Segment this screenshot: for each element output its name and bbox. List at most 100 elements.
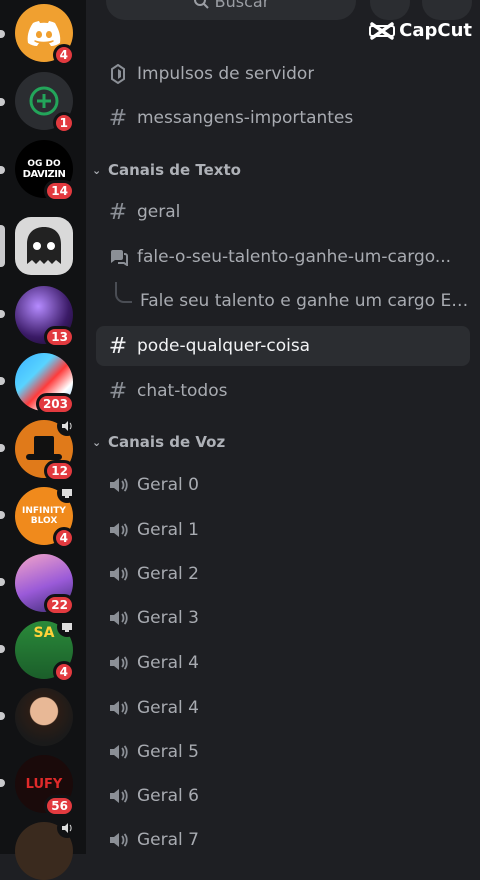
- screen-icon: [57, 617, 77, 637]
- channel-label: Geral 5: [137, 742, 199, 762]
- search-label: Buscar: [214, 0, 270, 11]
- category-text-channels[interactable]: ⌄ Canais de Texto: [92, 158, 241, 182]
- server-og-do-davizin[interactable]: OG DO DAVIZIN 14: [15, 140, 75, 202]
- hash-icon: #: [108, 105, 128, 131]
- channel-label: Geral 0: [137, 475, 199, 495]
- notification-badge: 22: [44, 594, 75, 616]
- notification-badge: 203: [35, 393, 75, 415]
- category-label: Canais de Texto: [108, 161, 241, 179]
- thread-label: Fale seu talento e ganhe um cargo EX...: [140, 291, 470, 311]
- hash-icon: #: [108, 378, 128, 404]
- voice-channel-geral-4[interactable]: Geral 4: [96, 643, 470, 683]
- unread-indicator: [0, 511, 5, 519]
- speaker-icon: [106, 476, 130, 494]
- voice-channel-geral-3[interactable]: Geral 3: [96, 598, 470, 638]
- channel-chat-todos[interactable]: # chat-todos: [96, 371, 470, 411]
- speaker-icon: [106, 743, 130, 761]
- hash-icon: #: [108, 199, 128, 225]
- notification-badge: 12: [44, 460, 75, 482]
- channel-label: pode-qualquer-coisa: [137, 336, 311, 356]
- chevron-down-icon: ⌄: [92, 163, 102, 177]
- unread-indicator: [0, 310, 5, 318]
- chevron-down-icon: ⌄: [92, 435, 102, 449]
- channel-label: chat-todos: [137, 381, 228, 401]
- unread-indicator: [0, 30, 5, 38]
- category-label: Canais de Voz: [108, 433, 226, 451]
- server-bottom[interactable]: [15, 818, 77, 880]
- server-person[interactable]: [15, 688, 73, 746]
- voice-channel-geral-4b[interactable]: Geral 4: [96, 688, 470, 728]
- channel-label: Geral 2: [137, 564, 199, 584]
- voice-channel-geral-6[interactable]: Geral 6: [96, 776, 470, 816]
- channel-geral[interactable]: # geral: [96, 192, 470, 232]
- channel-label: messangens-importantes: [137, 108, 354, 128]
- server-luffy[interactable]: LUFY 56: [15, 755, 75, 817]
- ghost-icon: [15, 217, 73, 275]
- capcut-logo-icon: [369, 21, 396, 40]
- server-purple-anime[interactable]: 13: [15, 286, 75, 348]
- channel-label: Geral 4: [137, 653, 199, 673]
- notification-badge: 1: [52, 112, 75, 134]
- server-colorful[interactable]: 203: [15, 353, 75, 415]
- server-discord[interactable]: 4: [15, 4, 75, 66]
- speaker-icon: [106, 521, 130, 539]
- hash-icon: #: [108, 333, 128, 359]
- category-voice-channels[interactable]: ⌄ Canais de Voz: [92, 430, 225, 454]
- channel-label: geral: [137, 202, 181, 222]
- server-anime-girl[interactable]: 22: [15, 554, 75, 616]
- add-server-button[interactable]: 1: [15, 72, 75, 134]
- channel-label: Geral 1: [137, 520, 199, 540]
- server-sa[interactable]: SA 4: [15, 617, 77, 683]
- channel-messangens-importantes[interactable]: # messangens-importantes: [96, 98, 470, 138]
- screen-icon: [57, 483, 77, 503]
- channel-label: Impulsos de servidor: [137, 64, 315, 84]
- boost-icon: [106, 64, 130, 84]
- server-avatar: [15, 688, 73, 746]
- unread-indicator: [0, 377, 5, 385]
- speaker-icon: [106, 565, 130, 583]
- voice-channel-geral-2[interactable]: Geral 2: [96, 554, 470, 594]
- voice-channel-geral-1[interactable]: Geral 1: [96, 510, 470, 550]
- channel-pode-qualquer-coisa[interactable]: # pode-qualquer-coisa: [96, 326, 470, 366]
- voice-channel-geral-7[interactable]: Geral 7: [96, 820, 470, 860]
- speaker-icon: [106, 699, 130, 717]
- notification-badge: 14: [44, 180, 75, 202]
- speaker-icon: [106, 609, 130, 627]
- speaker-icon: [106, 831, 130, 849]
- notification-badge: 56: [44, 795, 75, 817]
- notification-badge: 13: [44, 326, 75, 348]
- speaker-icon: [57, 416, 77, 436]
- channel-label: Geral 6: [137, 786, 199, 806]
- unread-indicator: [0, 98, 5, 106]
- selected-indicator: [0, 225, 5, 267]
- channel-label: Geral 4: [137, 698, 199, 718]
- channel-label: Geral 3: [137, 608, 199, 628]
- unread-indicator: [0, 444, 5, 452]
- notification-badge: 4: [52, 44, 75, 66]
- notification-badge: 4: [52, 661, 75, 683]
- channel-forum[interactable]: fale-o-seu-talento-ganhe-um-cargo...: [96, 237, 470, 277]
- notification-badge: 4: [52, 527, 75, 549]
- server-hat[interactable]: 12: [15, 416, 77, 482]
- thread-fale-seu-talento[interactable]: Fale seu talento e ganhe um cargo EX...: [130, 281, 470, 321]
- channel-label: Geral 7: [137, 830, 199, 850]
- unread-indicator: [0, 578, 5, 586]
- forum-icon: [106, 248, 130, 266]
- voice-channel-geral-0[interactable]: Geral 0: [96, 465, 470, 505]
- thread-spine-icon: [115, 282, 132, 303]
- speaker-icon: [106, 787, 130, 805]
- unread-indicator: [0, 712, 5, 720]
- unread-indicator: [0, 779, 5, 787]
- search-bar[interactable]: Buscar: [106, 0, 356, 20]
- channel-label: fale-o-seu-talento-ganhe-um-cargo...: [137, 247, 452, 267]
- speaker-icon: [106, 654, 130, 672]
- speaker-icon: [57, 818, 77, 838]
- server-infinity-blox[interactable]: INFINITY BLOX 4: [15, 483, 77, 549]
- unread-indicator: [0, 645, 5, 653]
- capcut-watermark: CapCut: [369, 20, 472, 41]
- channel-server-boosts[interactable]: Impulsos de servidor: [96, 54, 470, 94]
- server-ghost[interactable]: [15, 217, 73, 275]
- search-icon: [193, 0, 209, 9]
- voice-channel-geral-5[interactable]: Geral 5: [96, 732, 470, 772]
- server-rail: 4 1 OG DO DAVIZIN 14 13 203 12 INFINITY …: [0, 0, 86, 880]
